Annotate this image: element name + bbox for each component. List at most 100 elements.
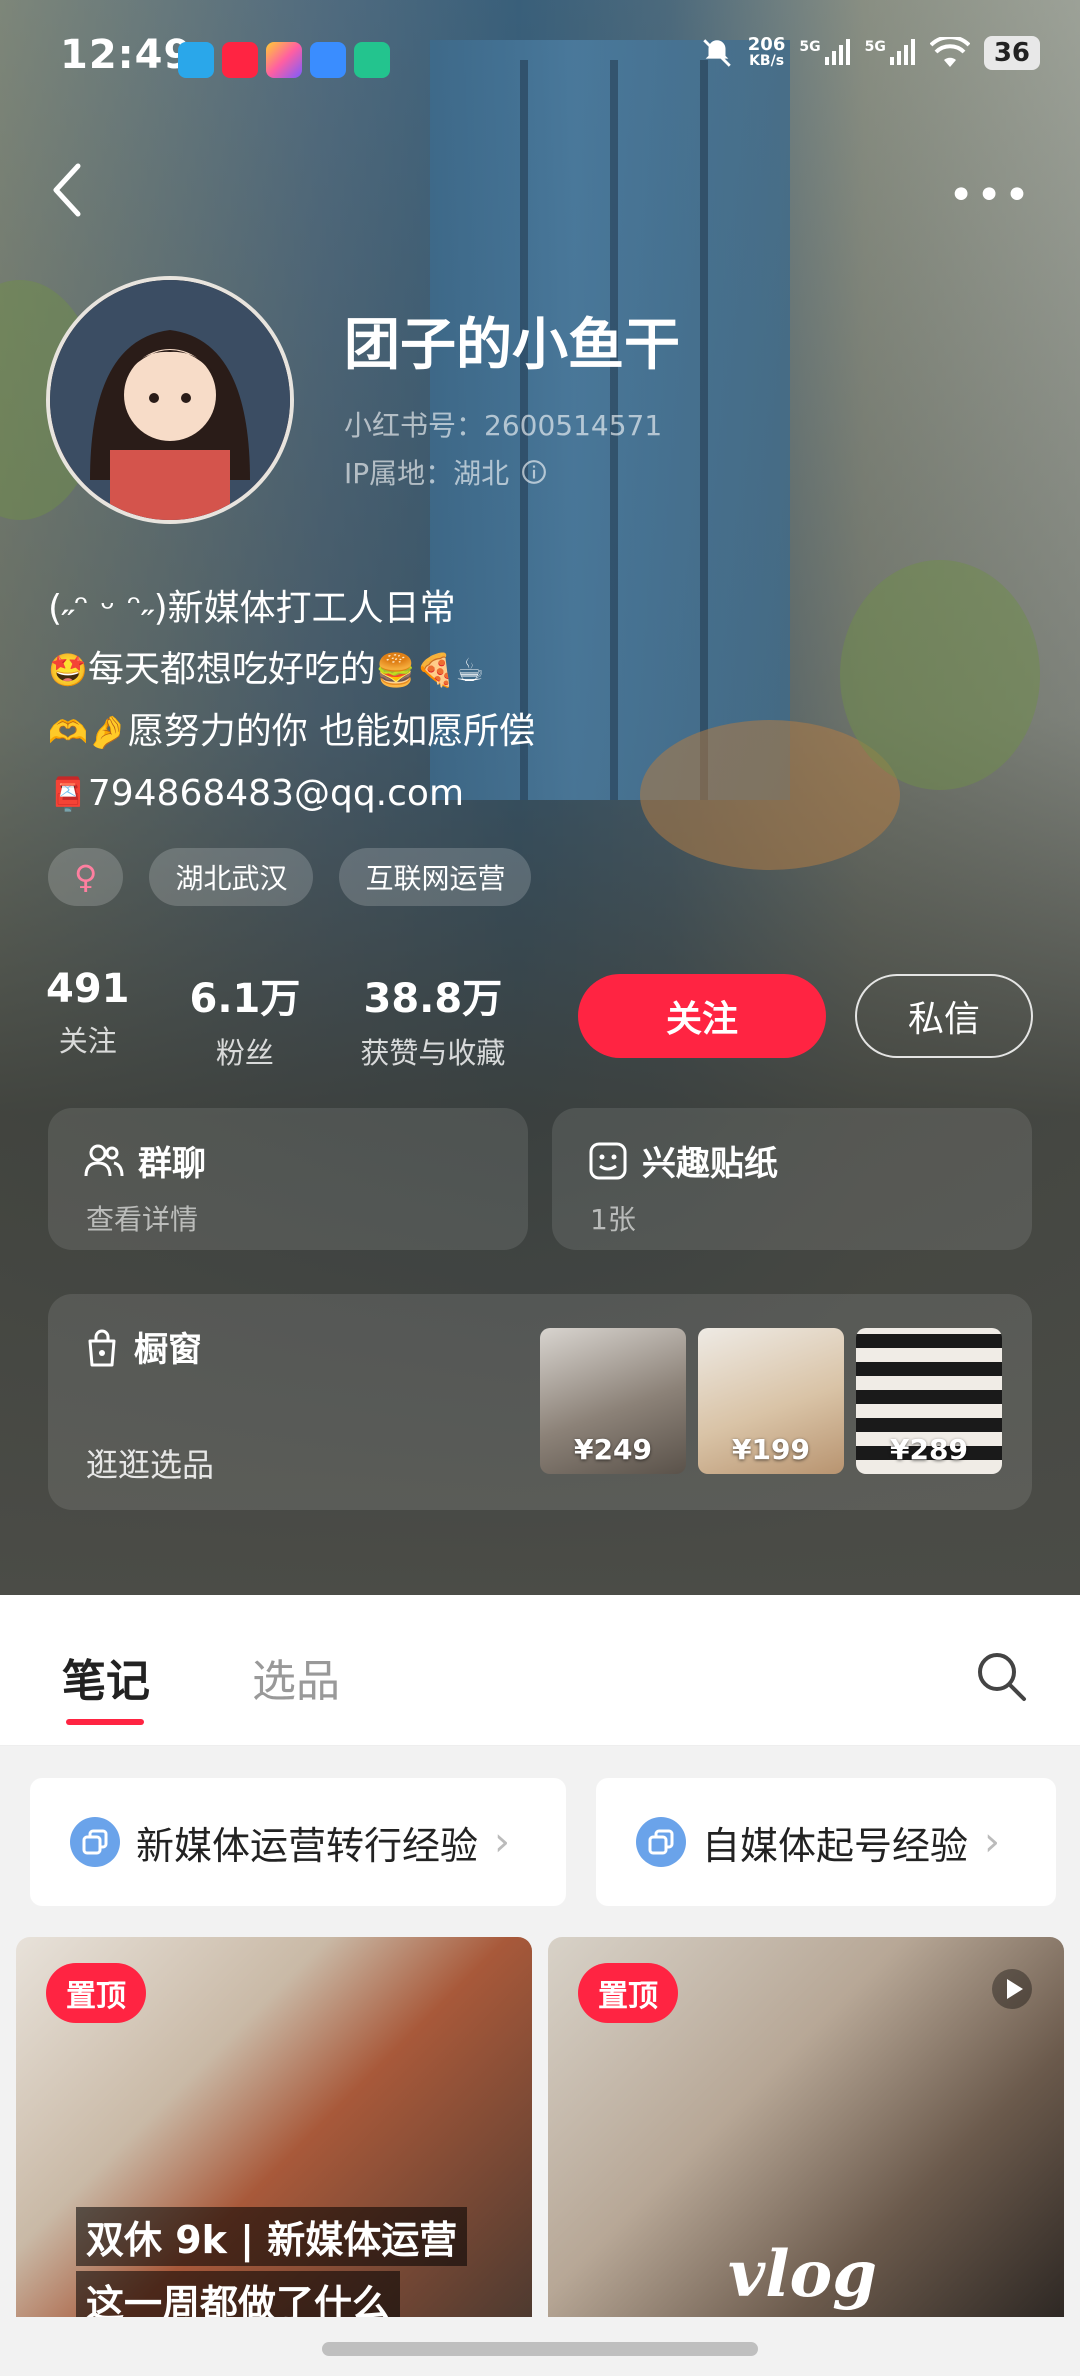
back-arrow-icon[interactable] — [48, 160, 88, 220]
shop-window-subtitle: 逛逛选品 — [86, 1446, 215, 1484]
bio-line: (˶ᵔ ᵕ ᵔ˶)新媒体打工人日常 — [48, 578, 535, 639]
message-button[interactable]: 私信 — [855, 974, 1033, 1058]
video-play-icon — [992, 1969, 1032, 2009]
product-price: ¥289 — [890, 1433, 968, 1466]
note-card[interactable]: 置顶 双休 9k | 新媒体运营 这一周都做了什么 — [16, 1937, 532, 2317]
profile-stats: 491 关注 6.1万 粉丝 38.8万 获赞与收藏 — [46, 966, 505, 1072]
collection-label: 新媒体运营转行经验 — [136, 1823, 479, 1868]
profile-tags: ♀ 湖北武汉 互联网运营 — [48, 848, 532, 906]
collection-label: 自媒体起号经验 — [702, 1823, 969, 1868]
bio-line: 🤩每天都想吃好吃的🍔🍕☕ — [48, 639, 535, 701]
network-type-label: 5G — [799, 39, 821, 55]
shop-window-label: 橱窗 — [134, 1330, 202, 1370]
avatar[interactable] — [46, 276, 294, 524]
stickers-label: 兴趣贴纸 — [642, 1144, 778, 1184]
status-right-indicators: 206 KB/s 5G 5G 36 — [700, 36, 1040, 70]
network-type-label: 5G — [864, 39, 886, 55]
bio-line-text: 愿努力的你 也能如愿所偿 — [127, 711, 536, 752]
group-chat-label: 群聊 — [138, 1144, 206, 1184]
star-struck-emoji: 🤩 — [48, 651, 88, 689]
profile-name: 团子的小鱼干 — [344, 313, 680, 378]
group-chat-subtitle: 查看详情 — [86, 1203, 199, 1236]
shop-window-title: 橱窗 — [84, 1322, 202, 1371]
notification-app-icons — [178, 42, 390, 78]
app-notification-icon — [310, 42, 346, 78]
search-icon[interactable] — [974, 1649, 1028, 1703]
content-tabs: 笔记 选品 — [0, 1595, 1080, 1746]
stat-value: 491 — [46, 966, 130, 1012]
home-indicator[interactable] — [322, 2342, 758, 2356]
app-notification-icon — [266, 42, 302, 78]
door-plank — [700, 60, 708, 800]
stat-value: 38.8万 — [363, 976, 503, 1022]
bio-line: 🫶🤌愿努力的你 也能如愿所偿 — [48, 701, 535, 763]
pinned-badge: 置顶 — [46, 1963, 146, 2023]
ip-location: IP属地：湖北 — [344, 452, 547, 492]
stickers-subtitle: 1张 — [590, 1203, 636, 1236]
shopping-bag-icon — [88, 1329, 116, 1366]
collections-row: 新媒体运营转行经验 › 自媒体起号经验 › — [0, 1746, 1080, 1906]
tab-notes[interactable]: 笔记 — [62, 1645, 150, 1709]
note-title-line2: 这一周都做了什么 — [76, 2271, 401, 2317]
product-thumbnail[interactable]: ¥249 — [540, 1328, 686, 1474]
group-chat-title: 群聊 — [84, 1136, 206, 1185]
battery-indicator: 36 — [983, 36, 1040, 70]
hands-emoji: 🫶🤌 — [48, 713, 128, 751]
xiaohongshu-notification-icon — [222, 42, 258, 78]
group-chat-card[interactable]: 群聊 查看详情 — [48, 1108, 528, 1250]
red-id[interactable]: 小红书号：2600514571 — [344, 404, 662, 444]
bio-email: 794868483@qq.com — [87, 773, 465, 814]
status-bar: 12:49 206 KB/s 5G 5G 36 — [0, 0, 1080, 120]
gender-tag: ♀ — [48, 848, 124, 906]
wifi-icon — [929, 37, 970, 67]
product-thumbnail[interactable]: ¥199 — [698, 1328, 844, 1474]
group-users-icon — [84, 1144, 124, 1176]
chevron-right-icon: › — [984, 1819, 1001, 1865]
stat-followers[interactable]: 6.1万 粉丝 — [190, 966, 301, 1072]
collection-item[interactable]: 自媒体起号经验 › — [596, 1778, 1056, 1906]
stickers-card[interactable]: 兴趣贴纸 1张 — [552, 1108, 1032, 1250]
product-price: ¥249 — [574, 1433, 652, 1466]
stat-following[interactable]: 491 关注 — [46, 966, 130, 1072]
background-plant — [840, 560, 1040, 790]
ip-location-text: IP属地：湖北 — [344, 457, 510, 490]
bio-line: 📮794868483@qq.com — [48, 763, 535, 825]
follow-button[interactable]: 关注 — [578, 974, 826, 1058]
stat-likes-collections[interactable]: 38.8万 获赞与收藏 — [360, 966, 505, 1072]
bio-line-text: (˶ᵔ ᵕ ᵔ˶)新媒体打工人日常 — [48, 588, 456, 629]
note-card[interactable]: 置顶 vlog — [548, 1937, 1064, 2317]
network-speed-unit: KB/s — [749, 53, 785, 69]
mailbox-emoji: 📮 — [48, 775, 88, 813]
signal-bars-icon — [889, 39, 915, 65]
stat-label: 关注 — [58, 1024, 117, 1058]
stickers-title: 兴趣贴纸 — [588, 1136, 778, 1185]
info-icon[interactable] — [521, 459, 547, 485]
collection-item[interactable]: 新媒体运营转行经验 › — [30, 1778, 566, 1906]
shop-window-card[interactable]: 橱窗 逛逛选品 ¥249 ¥199 ¥289 — [48, 1294, 1032, 1510]
sticker-face-icon — [589, 1142, 627, 1179]
collection-icon — [636, 1817, 686, 1867]
tab-selection[interactable]: 选品 — [252, 1645, 340, 1709]
signal-2: 5G — [865, 39, 916, 67]
note-title-line1: 双休 9k | 新媒体运营 — [76, 2207, 468, 2266]
chevron-right-icon: › — [494, 1819, 511, 1865]
network-speed-value: 206 — [747, 34, 786, 55]
network-speed: 206 KB/s — [747, 34, 786, 70]
product-thumbnail[interactable]: ¥289 — [856, 1328, 1002, 1474]
product-price: ¥199 — [732, 1433, 810, 1466]
status-time: 12:49 — [60, 32, 193, 78]
location-tag: 湖北武汉 — [149, 848, 314, 906]
stat-label: 粉丝 — [215, 1036, 274, 1070]
app-notification-icon — [178, 42, 214, 78]
stat-label: 获赞与收藏 — [360, 1036, 506, 1070]
mute-bell-icon — [703, 39, 731, 67]
stat-value: 6.1万 — [189, 976, 301, 1022]
shield-app-notification-icon — [354, 42, 390, 78]
pinned-badge: 置顶 — [578, 1963, 678, 2023]
notes-feed: 置顶 双休 9k | 新媒体运营 这一周都做了什么 置顶 vlog — [0, 1935, 1080, 2376]
vlog-overlay-text: vlog — [728, 2237, 877, 2312]
more-options-icon[interactable]: ••• — [948, 170, 1032, 221]
signal-bars-icon — [824, 39, 850, 65]
industry-tag: 互联网运营 — [339, 848, 532, 906]
active-tab-indicator — [66, 1719, 144, 1725]
